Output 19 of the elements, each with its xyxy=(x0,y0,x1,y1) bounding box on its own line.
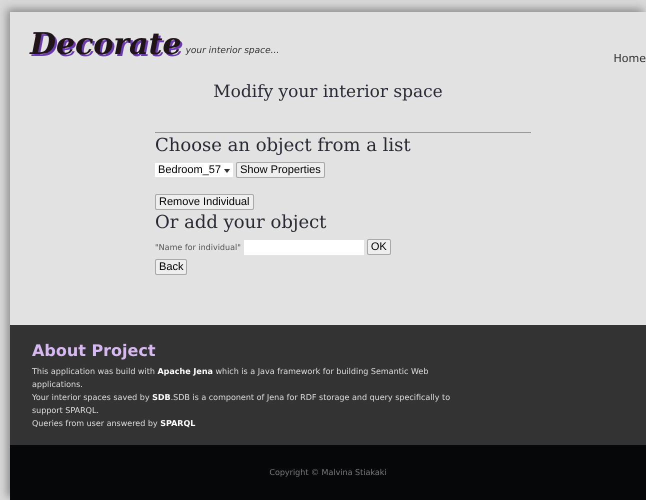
tagline: your interior space... xyxy=(186,46,280,58)
about-text: This application was build with Apache Jena which is a Java framework for building Semantic Web applications. xyxy=(32,366,430,391)
section-heading: Or add your object xyxy=(155,212,328,233)
ok-button[interactable]: OK xyxy=(366,239,391,255)
name-field[interactable] xyxy=(244,240,364,254)
nav-link[interactable]: Home xyxy=(614,52,646,65)
page-title: Modify your interior space xyxy=(212,82,444,102)
copyright-text: Copyright © Malvina Stiakaki xyxy=(269,468,387,477)
object-dropdown[interactable]: Bedroom_57 xyxy=(155,163,234,177)
about-heading: About Project xyxy=(32,341,157,360)
field-label: "Name for individual" xyxy=(155,242,241,252)
section-heading: Choose an object from a list xyxy=(155,135,412,156)
remove-button[interactable]: Remove Individual xyxy=(155,194,254,210)
logo: Decorate xyxy=(30,30,182,60)
about-text: Your interior spaces saved by SDB.SDB is a component of Jena for RDF storage and query specifically to support SPARQL. xyxy=(32,392,452,417)
show-properties-button[interactable]: Show Properties xyxy=(236,162,325,178)
about-text: Queries from user answered by SPARQL xyxy=(32,418,196,430)
caret-icon xyxy=(224,169,230,173)
back-button[interactable]: Back xyxy=(155,259,188,275)
